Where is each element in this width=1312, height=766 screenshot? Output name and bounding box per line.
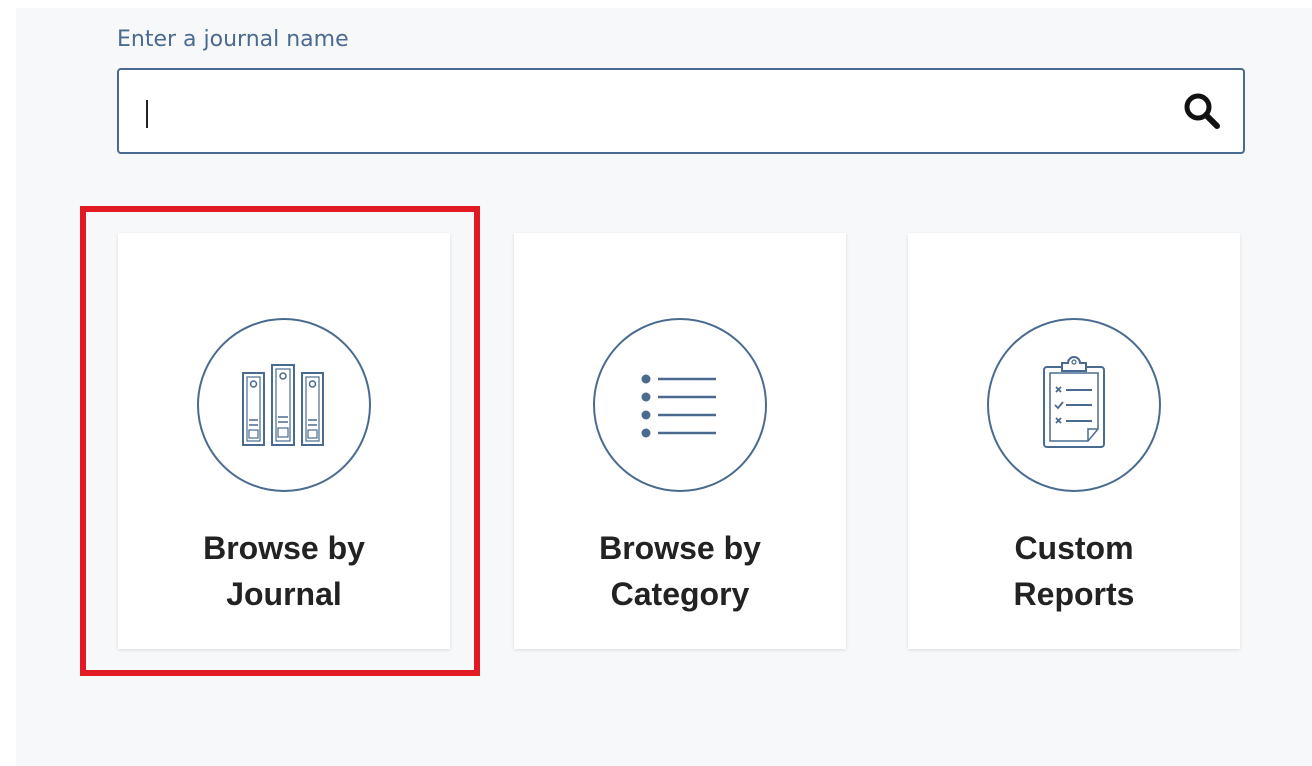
search-icon [1184, 93, 1220, 129]
browse-by-category-card[interactable]: Browse by Category [514, 233, 846, 649]
card-label-line: Browse by [203, 530, 365, 566]
clipboard-checklist-icon [987, 318, 1161, 492]
search-box[interactable] [117, 68, 1245, 154]
journal-search-input[interactable] [141, 70, 1151, 152]
browse-by-journal-card[interactable]: Browse by Journal [118, 233, 450, 649]
search-button[interactable] [1181, 90, 1223, 132]
card-label-line: Browse by [599, 530, 761, 566]
card-label: Browse by Category [514, 525, 846, 617]
card-label-line: Journal [226, 576, 342, 612]
card-label-line: Category [610, 576, 750, 612]
card-label: Custom Reports [908, 525, 1240, 617]
text-caret [146, 100, 148, 128]
binders-icon [197, 318, 371, 492]
card-label-line: Reports [1013, 576, 1135, 612]
search-label: Enter a journal name [117, 27, 349, 52]
list-icon [593, 318, 767, 492]
custom-reports-card[interactable]: Custom Reports [908, 233, 1240, 649]
card-label: Browse by Journal [118, 525, 450, 617]
card-label-line: Custom [1014, 530, 1134, 566]
